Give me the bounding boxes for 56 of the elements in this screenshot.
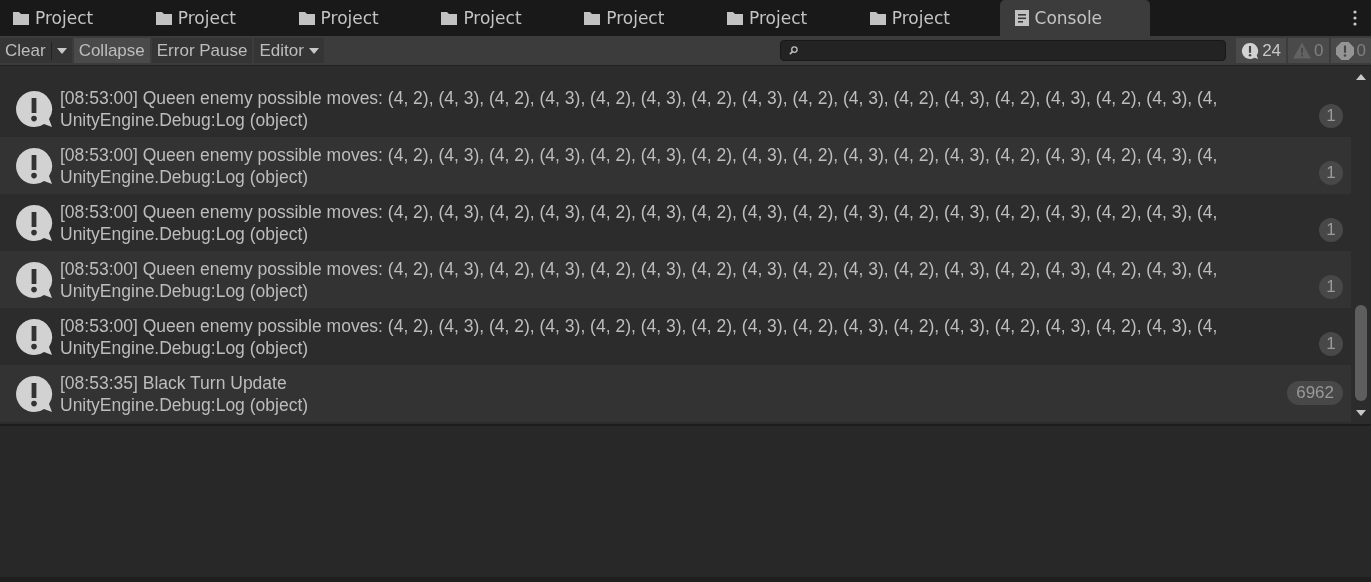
log-message: [08:53:00] Queen enemy possible moves: (4, 2), (4, 3), (4, 2), (4, 3), (4, 2), (4, 3), (4, 2), (4, 3), (4, 2), (4, 3), (4, 2), (4, 3), (4, 2), (4, 3), (4, 2), (4, 3), (4, [60, 200, 1218, 223]
log-source: UnityEngine.Debug:Log (object) [60, 222, 310, 245]
toolbar-button[interactable]: Clear [0, 38, 72, 63]
filter-toggle[interactable]: 24 [1236, 38, 1287, 63]
tab[interactable]: Project [0, 0, 139, 36]
folder-icon [584, 11, 601, 25]
count-badge: 1 [1319, 104, 1343, 128]
tab[interactable]: Project [714, 0, 853, 36]
speech-bubble-icon [14, 145, 54, 186]
caret-icon [56, 47, 67, 54]
toolbar-button[interactable]: Editor [254, 38, 324, 63]
count-badge: 1 [1319, 332, 1343, 356]
log-source: UnityEngine.Debug:Log (object) [60, 279, 310, 302]
log-entry[interactable]: [08:53:35] Black Turn Update UnityEngine.Debug:Log (object) 6962 [0, 365, 1351, 422]
log-message: [08:53:35] Black Turn Update [60, 371, 288, 394]
log-source: UnityEngine.Debug:Log (object) [60, 393, 309, 416]
scroll-down-icon[interactable] [1356, 410, 1366, 416]
tab[interactable]: Project [142, 0, 282, 36]
folder-icon [441, 11, 458, 25]
toolbar-button[interactable]: Error Pause [151, 38, 253, 63]
tab[interactable]: Project [428, 0, 568, 36]
speech-bubble-icon [14, 202, 54, 243]
more-icon[interactable] [1353, 10, 1357, 26]
log-source: UnityEngine.Debug:Log (object) [60, 108, 310, 131]
caret-icon [308, 47, 319, 54]
tab[interactable]: Project [856, 0, 996, 36]
search-field[interactable] [780, 40, 1227, 61]
log-entry[interactable] [0, 251, 1351, 308]
log-message: [08:53:00] Queen enemy possible moves: (4, 2), (4, 3), (4, 2), (4, 3), (4, 2), (4, 3), (4, 2), (4, 3), (4, 2), (4, 3), (4, 2), (4, 3), (4, 2), (4, 3), (4, 2), (4, 3), (4, [60, 86, 1218, 109]
count-badge: 1 [1319, 161, 1343, 185]
tab[interactable]: Project [571, 0, 711, 36]
scroll-up-icon[interactable] [1356, 74, 1366, 80]
count-badge: 1 [1319, 218, 1343, 242]
folder-icon [727, 11, 743, 25]
toolbar-button[interactable]: Collapse [73, 38, 150, 63]
tab[interactable]: Console [999, 0, 1150, 36]
count-badge: 1 [1319, 275, 1343, 299]
scroll-thumb[interactable] [1355, 305, 1367, 401]
speech-bubble-icon [14, 259, 54, 300]
log-message: [08:53:00] Queen enemy possible moves: (4, 2), (4, 3), (4, 2), (4, 3), (4, 2), (4, 3), (4, 2), (4, 3), (4, 2), (4, 3), (4, 2), (4, 3), (4, 2), (4, 3), (4, 2), (4, 3), (4, [60, 314, 1218, 337]
log-message: [08:53:00] Queen enemy possible moves: (4, 2), (4, 3), (4, 2), (4, 3), (4, 2), (4, 3), (4, 2), (4, 3), (4, 2), (4, 3), (4, 2), (4, 3), (4, 2), (4, 3), (4, 2), (4, 3), (4, [60, 257, 1218, 280]
log-source: UnityEngine.Debug:Log (object) [60, 165, 310, 188]
log-source: UnityEngine.Debug:Log (object) [60, 336, 310, 359]
log-entry[interactable] [0, 137, 1351, 194]
folder-icon [13, 11, 29, 25]
folder-icon [155, 11, 172, 25]
folder-icon [869, 11, 886, 25]
folder-icon [298, 11, 315, 25]
tab[interactable]: Project [285, 0, 425, 36]
speech-bubble-icon [14, 88, 54, 129]
search-icon [789, 46, 799, 55]
log-message: [08:53:00] Queen enemy possible moves: (4, 2), (4, 3), (4, 2), (4, 3), (4, 2), (4, 3), (4, 2), (4, 3), (4, 2), (4, 3), (4, 2), (4, 3), (4, 2), (4, 3), (4, 2), (4, 3), (4, [60, 143, 1218, 166]
document-icon [1014, 10, 1029, 26]
speech-bubble-icon [14, 316, 54, 357]
speech-bubble-icon [14, 373, 54, 414]
count-badge: 6962 [1287, 381, 1343, 405]
